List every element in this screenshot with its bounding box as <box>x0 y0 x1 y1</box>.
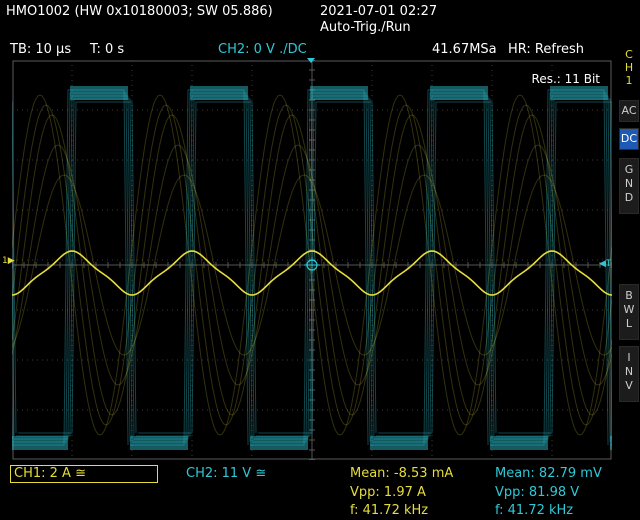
ch1-vpp: Vpp: 1.97 A <box>350 485 426 500</box>
datetime: 2021-07-01 02:27 <box>320 4 438 19</box>
ch2-bottom-band <box>130 436 188 450</box>
ch2-bottom-band <box>370 436 428 450</box>
timebase-label[interactable]: TB: 10 µs <box>10 42 71 58</box>
trigger-mode: Auto-Trig./Run <box>320 20 411 35</box>
ch2-bottom-band <box>10 436 68 450</box>
info-bar: TB: 10 µs T: 0 s CH2: 0 V ./DC 41.67MSa … <box>0 40 618 58</box>
side-channel-letter-c: C <box>625 48 633 61</box>
ch2-bottom-band <box>250 436 308 450</box>
ch2-frequency: f: 41.72 kHz <box>495 503 574 518</box>
resolution-label: Res.: 11 Bit <box>529 72 602 86</box>
ch2-mean: Mean: 82.79 mV <box>495 466 602 481</box>
ch2-status[interactable]: CH2: 11 V ≅ <box>186 466 266 482</box>
ch2-top-band <box>70 86 128 100</box>
sample-rate-label: 41.67MSa <box>432 42 497 57</box>
ch1-frequency: f: 41.72 kHz <box>350 503 429 518</box>
ch2-top-band <box>310 86 368 100</box>
bandwidth-limit-button[interactable]: BWL <box>619 284 639 340</box>
ch2-top-band <box>550 86 608 100</box>
waveform-canvas <box>0 59 640 461</box>
trigger-time-label[interactable]: T: 0 s <box>90 42 124 58</box>
ch2-bottom-band <box>610 436 640 450</box>
ch1-status-box[interactable]: CH1: 2 A ≅ <box>10 465 158 483</box>
ch2-top-band <box>190 86 248 100</box>
dc-coupling-button[interactable]: DC <box>619 128 639 150</box>
trigger-level-marker-icon[interactable]: ◀T <box>599 259 611 269</box>
side-channel-letter-h: H <box>624 61 634 74</box>
ch2-vpp: Vpp: 81.98 V <box>495 485 580 500</box>
device-id: HMO1002 (HW 0x10180003; SW 05.886) <box>6 4 273 19</box>
side-channel-number: 1 <box>625 74 633 87</box>
ch1-status: CH1: 2 A ≅ <box>14 466 86 481</box>
hr-mode-label[interactable]: HR: Refresh <box>508 42 584 58</box>
ch1-marker-text: 1 <box>2 256 8 266</box>
side-channel-label: C H 1 <box>619 48 639 92</box>
ch1-offset-marker-icon[interactable]: 1▶ <box>2 256 15 266</box>
ch2-setting-label[interactable]: CH2: 0 V ./DC <box>218 42 307 58</box>
channel-side-panel: C H 1 AC DC GND BWL INV <box>618 40 640 470</box>
ac-coupling-button[interactable]: AC <box>619 100 639 122</box>
invert-button[interactable]: INV <box>619 346 639 402</box>
trigger-position-marker-icon[interactable] <box>307 58 315 63</box>
waveform-display[interactable]: Res.: 11 Bit <box>0 59 640 461</box>
ch1-mean: Mean: -8.53 mA <box>350 466 454 481</box>
ch2-top-band <box>430 86 488 100</box>
trigger-marker-text: T <box>605 259 612 269</box>
top-bar: HMO1002 (HW 0x10180003; SW 05.886) 2021-… <box>0 0 640 40</box>
gnd-coupling-button[interactable]: GND <box>619 158 639 214</box>
ch2-bottom-band <box>490 436 548 450</box>
